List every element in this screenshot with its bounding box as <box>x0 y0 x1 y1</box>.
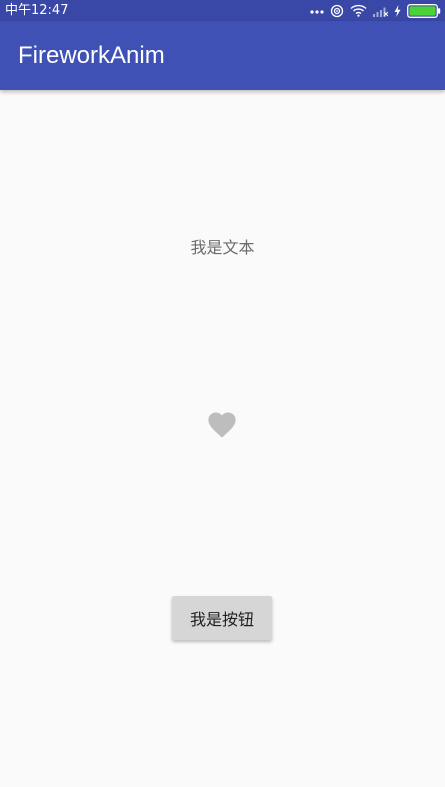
heart-icon[interactable] <box>205 409 239 439</box>
main-button[interactable]: 我是按钮 <box>172 596 272 640</box>
wifi-icon <box>350 4 367 17</box>
hotspot-icon <box>330 4 344 18</box>
battery-icon <box>407 3 441 18</box>
signal-icon <box>373 5 388 17</box>
status-bar: 中午12:47 <box>0 0 445 21</box>
charging-bolt-icon <box>394 4 401 17</box>
more-dots-icon <box>310 6 324 16</box>
status-icons <box>310 0 441 21</box>
status-time: 中午12:47 <box>5 3 69 18</box>
main-text: 我是文本 <box>190 238 255 257</box>
app-bar: FireworkAnim <box>0 21 445 90</box>
app-title: FireworkAnim <box>18 42 165 69</box>
